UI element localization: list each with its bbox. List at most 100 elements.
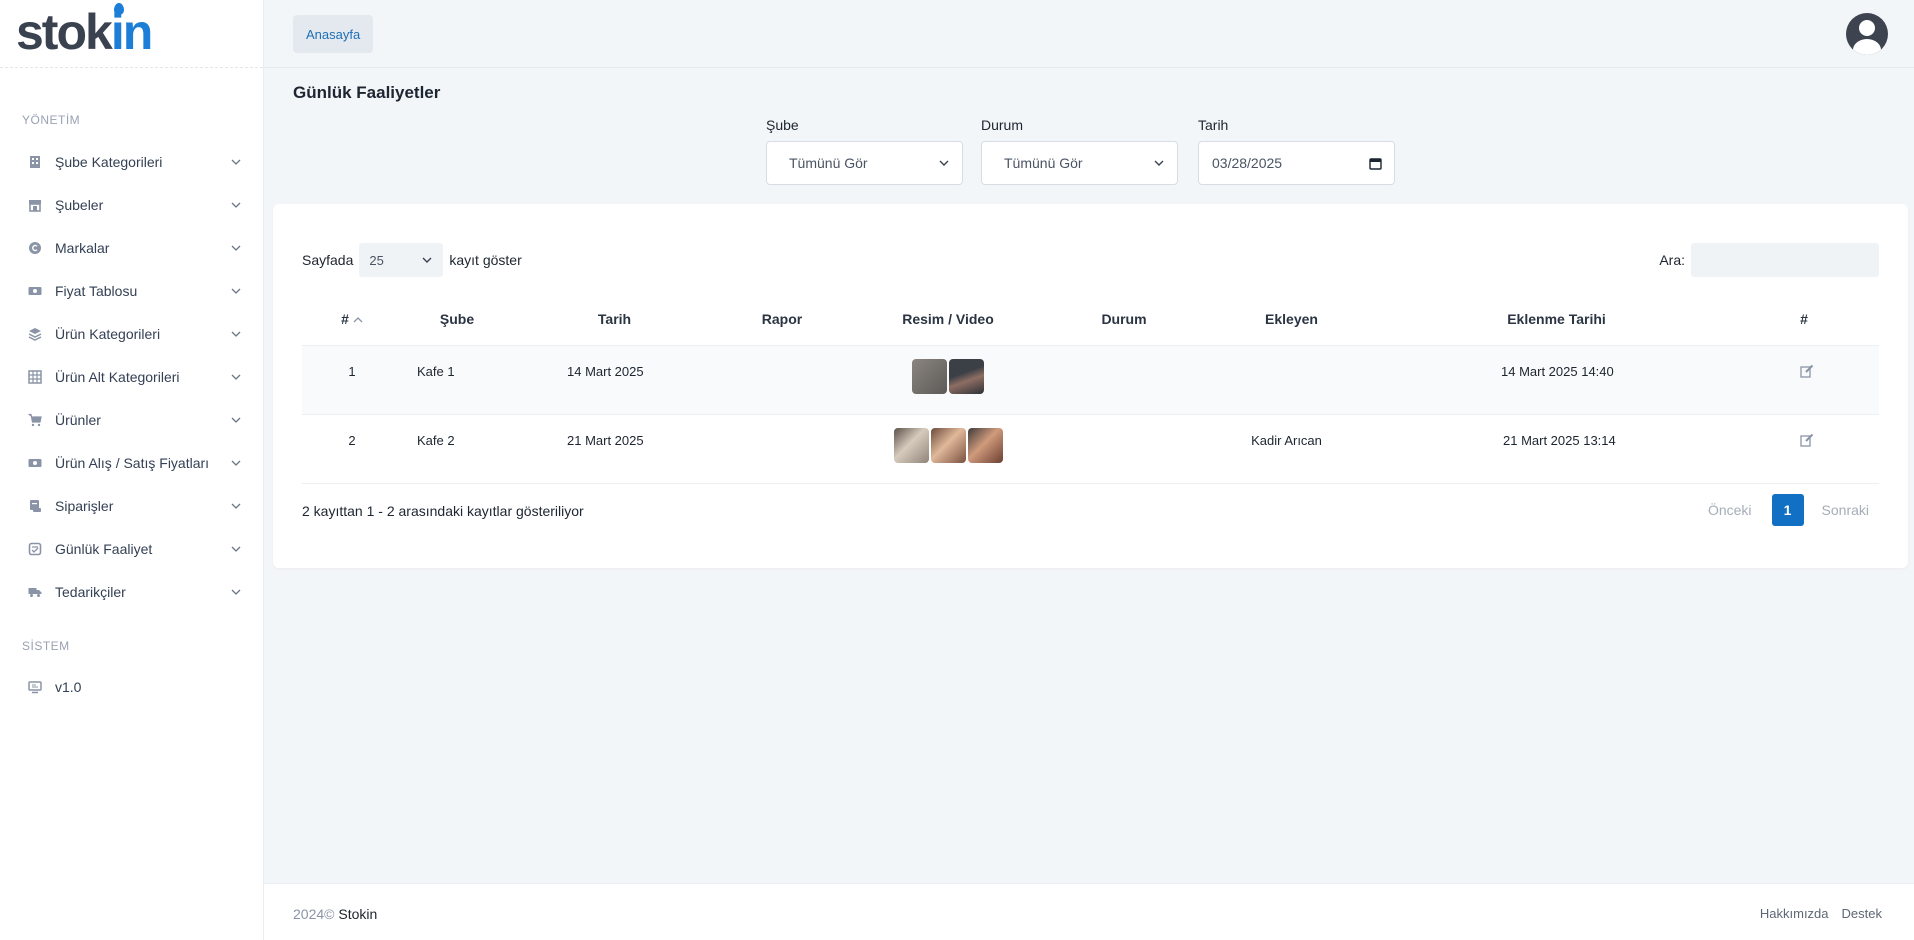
column-header-rapor[interactable]: Rapor	[717, 293, 847, 346]
grid-icon	[28, 369, 42, 384]
cell-rapor	[717, 345, 847, 415]
sidebar-item-siparisler[interactable]: Siparişler	[0, 484, 264, 527]
sidebar-item-urun-alis-satis-fiyatlari[interactable]: Ürün Alış / Satış Fiyatları	[0, 441, 264, 484]
cell-durum	[1049, 345, 1199, 415]
sidebar: stoki n YÖNETİM Şube Kategorileri Şubeler…	[0, 0, 264, 940]
cell-rapor	[717, 414, 847, 484]
store-icon	[28, 198, 42, 212]
sidebar-item-label: Ürün Kategorileri	[55, 325, 161, 342]
edit-icon[interactable]	[1800, 433, 1814, 447]
pagination-previous[interactable]: Önceki	[1708, 502, 1752, 518]
media-thumbnail[interactable]	[967, 427, 1003, 463]
media-thumbnail[interactable]	[949, 358, 984, 394]
sidebar-item-label: Markalar	[55, 239, 110, 256]
table-search: Ara:	[1659, 243, 1879, 277]
sidebar-menu-system: v1.0	[0, 665, 264, 708]
edit-icon[interactable]	[1800, 364, 1814, 378]
sidebar-item-fiyat-tablosu[interactable]: Fiyat Tablosu	[0, 269, 264, 312]
filter-durum-label: Durum	[981, 117, 1024, 133]
cell-media	[847, 414, 1049, 484]
filter-durum-value: Tümünü Gör	[1004, 155, 1083, 171]
sidebar-item-urun-alt-kategorileri[interactable]: Ürün Alt Kategorileri	[0, 355, 264, 398]
layers-icon	[28, 327, 42, 341]
page-title: Günlük Faaliyetler	[293, 83, 441, 102]
footer-link-support[interactable]: Destek	[1842, 906, 1882, 921]
sidebar-item-label: Ürünler	[55, 411, 101, 428]
page-length-select[interactable]: 25	[359, 243, 444, 277]
cell-no: 2	[302, 414, 402, 484]
cell-actions	[1729, 414, 1879, 484]
chevron-down-icon	[231, 589, 241, 595]
page-length-control: Sayfada 25 kayıt göster	[302, 243, 522, 277]
page-length-prefix: Sayfada	[302, 252, 354, 268]
column-header-sube[interactable]: Şube	[402, 293, 512, 346]
column-header-eklenme-tarihi[interactable]: Eklenme Tarihi	[1384, 293, 1729, 346]
filter-tarih-value: 03/28/2025	[1212, 155, 1283, 171]
media-thumbnail[interactable]	[912, 358, 947, 394]
filter-sube-value: Tümünü Gör	[789, 155, 868, 171]
brand[interactable]: stoki n	[0, 0, 263, 68]
sidebar-item-gunluk-faaliyet[interactable]: Günlük Faaliyet	[0, 527, 264, 570]
column-header-no[interactable]: #	[302, 293, 402, 346]
filter-durum-select[interactable]: Tümünü Gör	[981, 141, 1178, 185]
chevron-down-icon	[939, 160, 949, 166]
breadcrumb-home[interactable]: Anasayfa	[293, 15, 374, 53]
cell-actions	[1729, 345, 1879, 415]
sidebar-item-version[interactable]: v1.0	[0, 665, 264, 708]
pagination-next[interactable]: Sonraki	[1822, 502, 1869, 518]
pagination-page-current[interactable]: 1	[1771, 494, 1804, 526]
table-info: 2 kayıttan 1 - 2 arasındaki kayıtlar gös…	[302, 503, 584, 519]
calendar-icon[interactable]	[1369, 157, 1382, 170]
table-header-row: # Şube Tarih Rapor Resim / Video Durum E…	[302, 293, 1879, 346]
cell-durum	[1049, 414, 1199, 484]
brand-text-part3: n	[122, 3, 154, 60]
page-length-suffix: kayıt göster	[449, 252, 522, 268]
sidebar-item-tedarikciler[interactable]: Tedarikçiler	[0, 570, 264, 613]
sidebar-item-label: Ürün Alt Kategorileri	[55, 368, 180, 385]
monitor-icon	[28, 680, 42, 694]
cell-tarih: 14 Mart 2025	[512, 345, 717, 415]
media-thumbnail[interactable]	[930, 427, 966, 463]
search-input[interactable]	[1691, 243, 1879, 277]
sidebar-item-markalar[interactable]: Markalar	[0, 226, 264, 269]
footer-year: 2024©	[293, 906, 335, 922]
column-header-actions[interactable]: #	[1729, 293, 1879, 346]
filter-tarih-input[interactable]: 03/28/2025	[1198, 141, 1395, 185]
filter-durum: Durum Tümünü Gör	[981, 117, 1178, 185]
sidebar-item-label: Günlük Faaliyet	[55, 540, 153, 557]
filter-sube-select[interactable]: Tümünü Gör	[766, 141, 963, 185]
cell-ekleyen	[1199, 345, 1384, 415]
column-header-ekleyen[interactable]: Ekleyen	[1199, 293, 1384, 346]
truck-icon	[28, 585, 42, 599]
sort-ascending-icon	[353, 316, 363, 323]
footer-links: Hakkımızda Destek	[1760, 906, 1882, 921]
activities-card: Sayfada 25 kayıt göster Ara: # Şube Tari…	[273, 204, 1908, 568]
sidebar-item-label: Şubeler	[55, 196, 104, 213]
building-icon	[28, 155, 42, 169]
section-title-system: SİSTEM	[22, 639, 70, 653]
sidebar-item-sube-kategorileri[interactable]: Şube Kategorileri	[0, 140, 264, 183]
sidebar-item-subeler[interactable]: Şubeler	[0, 183, 264, 226]
footer-company-link[interactable]: Stokin	[338, 906, 377, 922]
cell-eklenme-tarihi: 14 Mart 2025 14:40	[1384, 345, 1729, 415]
sidebar-item-urun-kategorileri[interactable]: Ürün Kategorileri	[0, 312, 264, 355]
table-row: 2 Kafe 2 21 Mart 2025 Kadir Arıcan 21 Ma…	[302, 414, 1879, 484]
filter-tarih-label: Tarih	[1198, 117, 1229, 133]
filter-sube: Şube Tümünü Gör	[766, 117, 963, 185]
media-thumbnail[interactable]	[893, 427, 929, 463]
brand-logo[interactable]: stoki n	[16, 2, 154, 60]
sidebar-item-urunler[interactable]: Ürünler	[0, 398, 264, 441]
column-header-durum[interactable]: Durum	[1049, 293, 1199, 346]
user-avatar-icon[interactable]	[1846, 13, 1888, 55]
cell-sube: Kafe 1	[402, 345, 512, 415]
sidebar-item-label: Şube Kategorileri	[55, 153, 163, 170]
column-header-tarih[interactable]: Tarih	[512, 293, 717, 346]
footer-link-about[interactable]: Hakkımızda	[1760, 906, 1829, 921]
money-icon	[28, 456, 42, 470]
footer-copyright: 2024© Stokin	[293, 906, 377, 922]
column-header-resim-video[interactable]: Resim / Video	[847, 293, 1049, 346]
cell-eklenme-tarihi: 21 Mart 2025 13:14	[1384, 414, 1729, 484]
activities-table: # Şube Tarih Rapor Resim / Video Durum E…	[302, 293, 1879, 484]
section-title-admin: YÖNETİM	[22, 113, 81, 127]
cell-no: 1	[302, 345, 402, 415]
